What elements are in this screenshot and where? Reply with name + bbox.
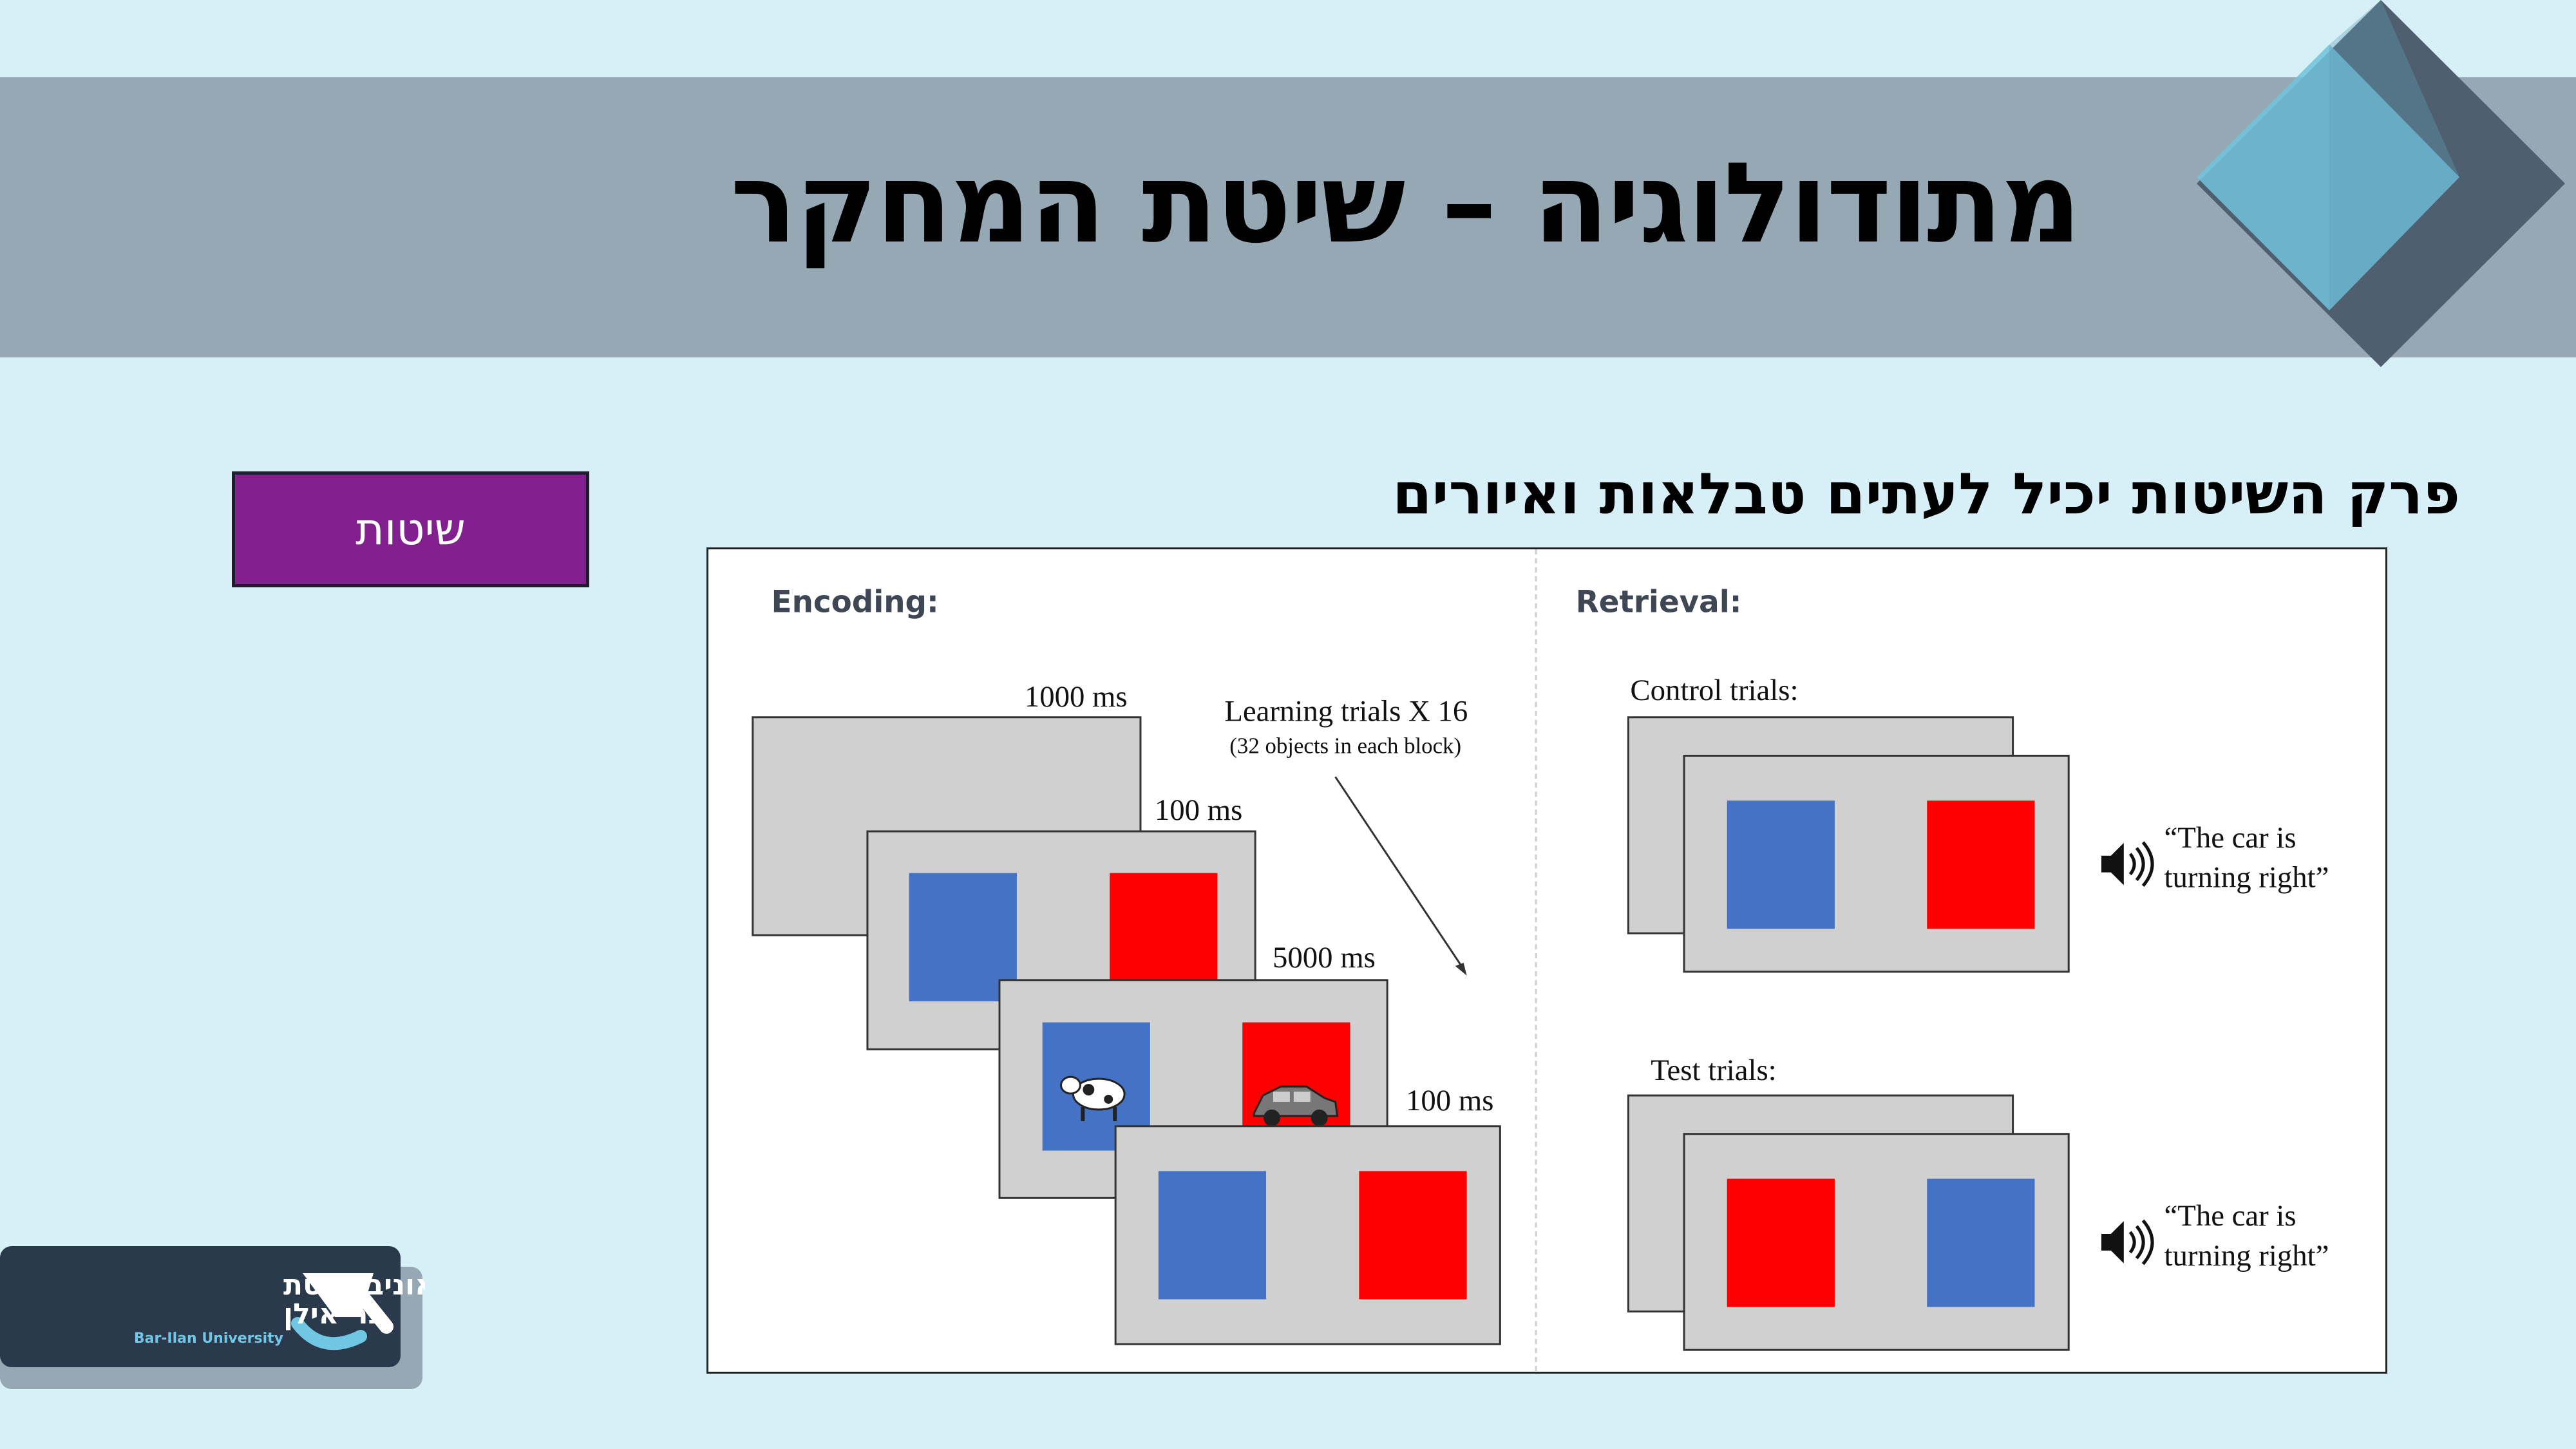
methods-tag-button[interactable]: שיטות [232,471,589,587]
logo-english: Bar-Ilan University [134,1331,283,1347]
time-1000ms: 1000 ms [1025,680,1128,714]
blue-square [1158,1171,1267,1300]
encoding-label: Encoding: [772,585,939,620]
red-square [1727,1179,1835,1307]
logo-hebrew-line-2: בר־אילן [283,1298,385,1331]
time-100ms-b: 100 ms [1406,1084,1493,1117]
red-square [1927,800,2035,929]
learning-trials-note: (32 objects in each block) [1229,734,1461,759]
learning-trials-label: Learning trials X 16 [1224,695,1468,728]
red-square [1359,1171,1467,1300]
speaker-icon [2101,1219,2154,1265]
decorative-diamonds [2197,0,2565,367]
retrieval-label: Retrieval: [1576,585,1742,620]
arrow-head-icon [1455,962,1467,976]
slide-title: מתודולוגיה – שיטת המחקר [730,138,2081,268]
method-figure: Encoding: 1000 ms 100 ms 5000 ms 100 ms … [706,547,2387,1374]
time-5000ms: 5000 ms [1273,941,1376,974]
blue-square [1727,800,1835,929]
speaker-icon [2101,841,2154,887]
test-trials-label: Test trials: [1651,1054,1776,1087]
quote-line-1: “The car is [2164,1199,2296,1233]
bar-ilan-logo: אוניברסיטת בר־אילן Bar-Ilan University [0,1246,425,1389]
quote-line-1: “The car is [2164,821,2296,855]
blue-square [1927,1179,2035,1307]
method-diagram: Encoding: 1000 ms 100 ms 5000 ms 100 ms … [752,549,2329,1372]
control-trials-label: Control trials: [1630,674,1798,707]
quote-line-2: turning right” [2164,1239,2329,1273]
time-100ms-a: 100 ms [1155,793,1242,827]
slide-subtitle: פרק השיטות יכיל לעתים טבלאות ואיורים [1392,460,2460,527]
quote-line-2: turning right” [2164,861,2329,895]
logo-hebrew-line-1: אוניברסיטת [283,1269,425,1302]
